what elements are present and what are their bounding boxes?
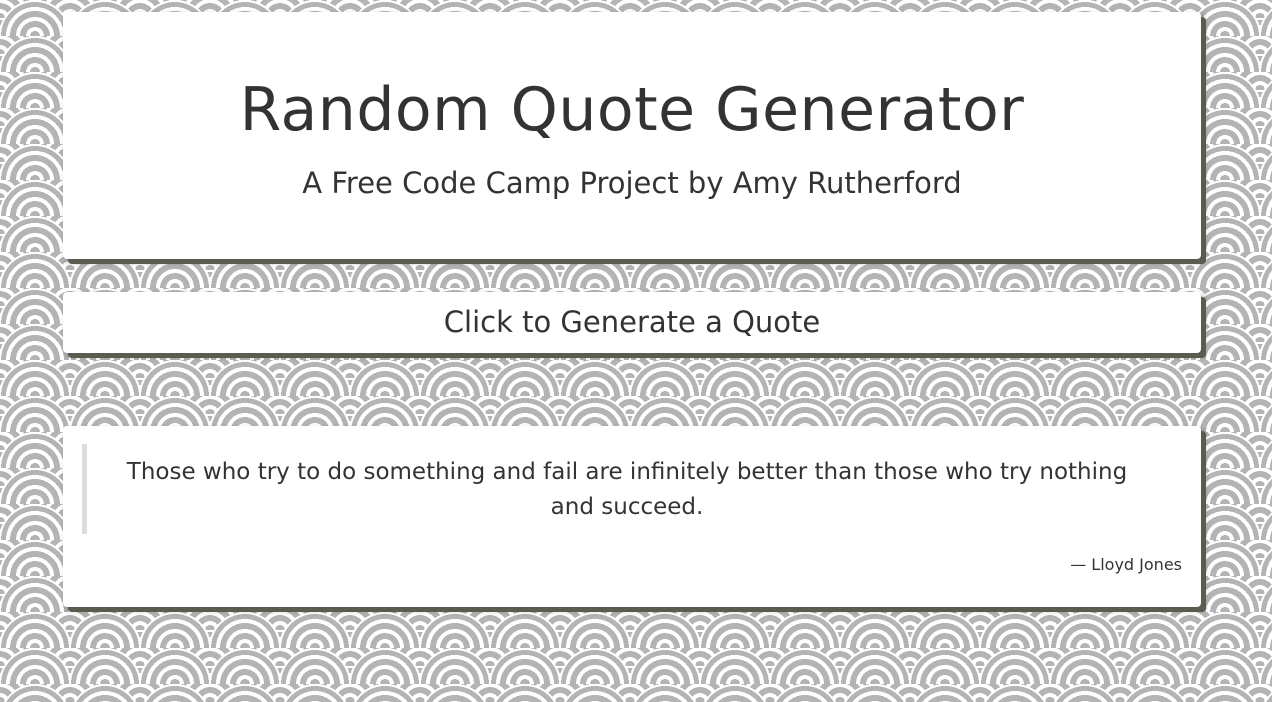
quote-blockquote: Those who try to do something and fail a…	[82, 444, 1167, 534]
page-title: Random Quote Generator	[239, 75, 1025, 145]
page-subtitle: A Free Code Camp Project by Amy Rutherfo…	[302, 166, 962, 200]
generate-quote-button[interactable]: Click to Generate a Quote	[63, 292, 1201, 353]
quote-card: Those who try to do something and fail a…	[63, 426, 1201, 607]
header-card: Random Quote Generator A Free Code Camp …	[63, 12, 1201, 259]
quote-text: Those who try to do something and fail a…	[126, 459, 1128, 520]
quote-author: — Lloyd Jones	[1070, 555, 1182, 574]
